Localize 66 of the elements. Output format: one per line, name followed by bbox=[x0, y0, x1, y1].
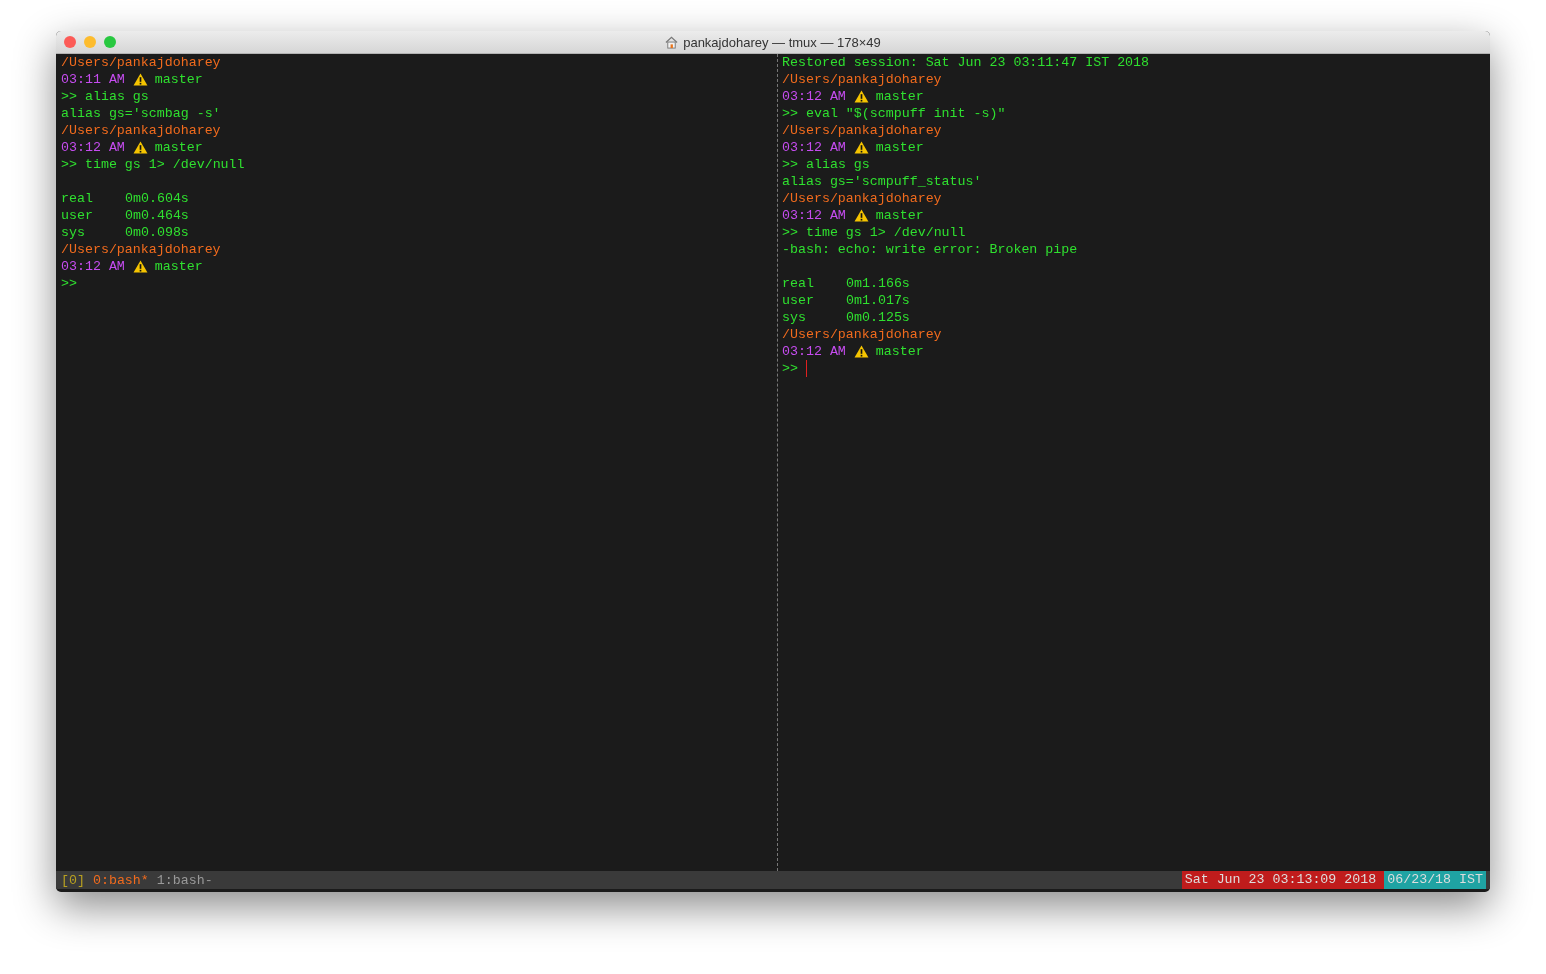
branch-name: master bbox=[154, 71, 203, 88]
warning-icon bbox=[853, 90, 869, 103]
output-text: -bash: echo: write error: Broken pipe bbox=[782, 241, 1078, 258]
command-text: eval "$(scmpuff init -s)" bbox=[805, 105, 1006, 122]
timing-value: 0m1.166s bbox=[846, 275, 910, 292]
prompt-marker: >> bbox=[782, 224, 798, 241]
branch-name: master bbox=[875, 207, 924, 224]
path-text: /Users/pankajdoharey bbox=[61, 241, 221, 258]
home-icon bbox=[665, 35, 679, 49]
prompt-time: 03:12 AM bbox=[782, 343, 846, 360]
branch-name: master bbox=[875, 139, 924, 156]
branch-name: master bbox=[154, 139, 203, 156]
command-text: alias gs bbox=[84, 88, 149, 105]
command-text: alias gs bbox=[805, 156, 870, 173]
prompt-marker: >> bbox=[782, 156, 798, 173]
branch-name: master bbox=[154, 258, 203, 275]
timing-value: 0m0.464s bbox=[125, 207, 189, 224]
prompt-time: 03:12 AM bbox=[61, 139, 125, 156]
prompt-marker: >> bbox=[61, 88, 77, 105]
warning-icon bbox=[132, 141, 148, 154]
warning-icon bbox=[853, 345, 869, 358]
warning-icon bbox=[132, 73, 148, 86]
timing-value: 0m1.017s bbox=[846, 292, 910, 309]
timing-label: user bbox=[61, 207, 94, 224]
timing-label: real bbox=[61, 190, 94, 207]
prompt-time: 03:12 AM bbox=[782, 88, 846, 105]
timing-value: 0m0.125s bbox=[846, 309, 910, 326]
session-name: [0] bbox=[61, 871, 85, 889]
close-button[interactable] bbox=[64, 36, 76, 48]
path-text: /Users/pankajdoharey bbox=[782, 190, 942, 207]
path-text: /Users/pankajdoharey bbox=[782, 326, 942, 343]
prompt-time: 03:12 AM bbox=[782, 139, 846, 156]
minimize-button[interactable] bbox=[84, 36, 96, 48]
path-text: /Users/pankajdoharey bbox=[782, 71, 942, 88]
window-title: pankajdoharey — tmux — 178×49 bbox=[683, 34, 881, 50]
branch-name: master bbox=[875, 88, 924, 105]
prompt-time: 03:11 AM bbox=[61, 71, 125, 88]
window-tab[interactable]: 1:bash- bbox=[156, 871, 213, 889]
timing-value: 0m0.098s bbox=[125, 224, 189, 241]
zoom-button[interactable] bbox=[104, 36, 116, 48]
path-text: /Users/pankajdoharey bbox=[61, 54, 221, 71]
timing-label: sys bbox=[61, 224, 86, 241]
prompt-marker: >> bbox=[61, 275, 77, 292]
warning-icon bbox=[853, 141, 869, 154]
timing-value: 0m0.604s bbox=[125, 190, 189, 207]
prompt-marker: >> bbox=[61, 156, 77, 173]
warning-icon bbox=[853, 209, 869, 222]
output-text: alias gs='scmpuff_status' bbox=[782, 173, 982, 190]
status-datetime: Sat Jun 23 03:13:09 2018 bbox=[1181, 871, 1385, 889]
prompt-time: 03:12 AM bbox=[61, 258, 125, 275]
command-text: time gs 1> /dev/null bbox=[805, 224, 966, 241]
warning-icon bbox=[132, 260, 148, 273]
prompt-marker: >> bbox=[782, 105, 798, 122]
prompt-time: 03:12 AM bbox=[782, 207, 846, 224]
path-text: /Users/pankajdoharey bbox=[61, 122, 221, 139]
path-text: /Users/pankajdoharey bbox=[782, 122, 942, 139]
output-text: alias gs='scmbag -s' bbox=[61, 105, 221, 122]
prompt-marker: >> bbox=[782, 360, 798, 377]
status-date: 06/23/18 IST bbox=[1384, 871, 1486, 889]
timing-label: real bbox=[782, 275, 815, 292]
timing-label: sys bbox=[782, 309, 807, 326]
branch-name: master bbox=[875, 343, 924, 360]
window-tab[interactable]: 0:bash* bbox=[92, 871, 149, 889]
output-text: Restored session: Sat Jun 23 03:11:47 IST 2018 bbox=[782, 54, 1150, 71]
timing-label: user bbox=[782, 292, 815, 309]
command-text: time gs 1> /dev/null bbox=[84, 156, 245, 173]
